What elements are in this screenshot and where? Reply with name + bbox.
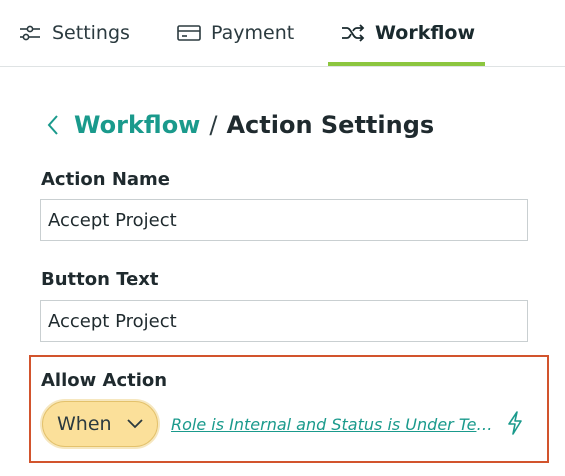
tab-workflow-label: Workflow bbox=[375, 22, 476, 44]
page-title: Action Settings bbox=[226, 111, 435, 139]
condition-link[interactable]: Role is Internal and Status is Under Tea… bbox=[171, 412, 497, 438]
allow-action-label: Allow Action bbox=[41, 370, 168, 391]
breadcrumb-separator: / bbox=[209, 111, 218, 139]
tab-bar: Settings Payment Workflow bbox=[0, 0, 565, 67]
when-dropdown-value: When bbox=[57, 413, 112, 435]
chevron-down-icon bbox=[126, 415, 144, 433]
tab-payment[interactable]: Payment bbox=[175, 0, 294, 66]
credit-card-icon bbox=[175, 19, 203, 47]
chevron-left-icon[interactable] bbox=[42, 110, 64, 140]
action-name-input[interactable] bbox=[40, 199, 528, 241]
breadcrumb: Workflow / Action Settings bbox=[42, 106, 434, 144]
tab-settings-label: Settings bbox=[52, 22, 130, 44]
button-text-input[interactable] bbox=[40, 300, 528, 342]
action-name-label: Action Name bbox=[41, 169, 170, 190]
sliders-icon bbox=[16, 19, 44, 47]
when-dropdown[interactable]: When bbox=[42, 401, 158, 447]
tab-settings[interactable]: Settings bbox=[16, 0, 130, 66]
active-tab-indicator bbox=[328, 62, 485, 66]
shuffle-icon bbox=[339, 19, 367, 47]
button-text-label: Button Text bbox=[41, 269, 159, 290]
action-settings-page: Settings Payment Workflow Workflow / Act… bbox=[0, 0, 565, 476]
tab-workflow[interactable]: Workflow bbox=[339, 0, 475, 66]
breadcrumb-workflow-link[interactable]: Workflow bbox=[74, 111, 200, 139]
lightning-icon[interactable] bbox=[504, 410, 526, 436]
tab-payment-label: Payment bbox=[211, 22, 295, 44]
